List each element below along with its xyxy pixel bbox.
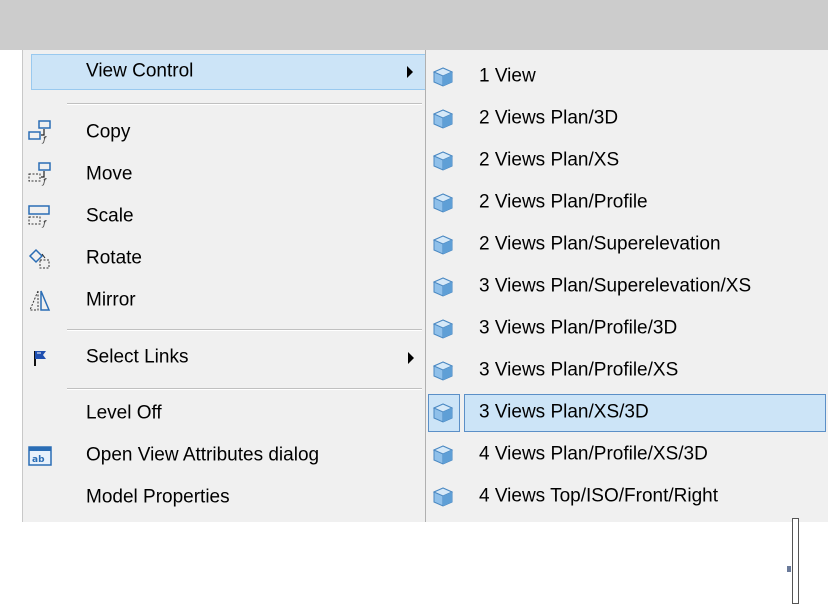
menu-item-label: Rotate <box>86 247 142 269</box>
submenu-item[interactable]: 2 Views Plan/Profile <box>426 182 828 224</box>
svg-text:ab: ab <box>32 455 45 465</box>
menu-separator-highlight <box>67 389 422 390</box>
submenu-item[interactable]: 1 View <box>426 56 828 98</box>
submenu-item[interactable]: 4 Views Plan/Profile/XS/3D <box>426 434 828 476</box>
submenu-item-label: 2 Views Plan/Profile <box>479 191 648 213</box>
submenu-arrow-icon <box>408 352 414 364</box>
menu-item-level-off[interactable]: Level Off <box>23 394 426 434</box>
submenu-item-label: 3 Views Plan/Profile/XS <box>479 359 679 381</box>
mirror-icon <box>27 288 53 314</box>
view-attributes-icon: ab <box>27 443 53 469</box>
submenu-item-label: 2 Views Plan/3D <box>479 107 619 129</box>
submenu-item[interactable]: 2 Views Plan/3D <box>426 98 828 140</box>
scale-icon: ƒ <box>27 204 53 230</box>
submenu-item-label: 4 Views Plan/Profile/XS/3D <box>479 443 708 465</box>
view-cube-icon <box>432 402 454 424</box>
svg-text:ƒ: ƒ <box>41 219 47 228</box>
menu-item-label: Mirror <box>86 289 136 311</box>
menu-separator-highlight <box>67 104 422 105</box>
submenu-item[interactable]: 4 Views Top/ISO/Front/Right <box>426 476 828 518</box>
scrollbar-thumb[interactable] <box>792 518 799 604</box>
view-cube-icon <box>432 444 454 466</box>
view-cube-icon <box>432 486 454 508</box>
move-icon: ƒ <box>27 162 53 188</box>
submenu-item[interactable]: 2 Views Plan/XS <box>426 140 828 182</box>
select-links-icon <box>27 345 53 371</box>
submenu-item[interactable]: 3 Views Plan/XS/3D <box>426 392 828 434</box>
menu-item-scale[interactable]: ƒ Scale <box>23 197 426 237</box>
menu-item-label: Copy <box>86 121 131 143</box>
menu-item-label: Scale <box>86 205 134 227</box>
menu-item-mirror[interactable]: Mirror <box>23 281 426 321</box>
view-cube-icon <box>432 276 454 298</box>
menu-item-label: Level Off <box>86 402 162 424</box>
submenu-item-label: 3 Views Plan/Superelevation/XS <box>479 275 752 297</box>
menu-item-select-links[interactable]: Select Links <box>23 338 426 378</box>
submenu-item-label: 2 Views Plan/XS <box>479 149 620 171</box>
svg-text:ƒ: ƒ <box>41 135 47 144</box>
submenu-item-label: 3 Views Plan/Profile/3D <box>479 317 678 339</box>
view-cube-icon <box>432 234 454 256</box>
submenu-item[interactable]: 3 Views Plan/Profile/XS <box>426 350 828 392</box>
menu-item-rotate[interactable]: Rotate <box>23 239 426 279</box>
menu-item-view-control[interactable]: View Control <box>31 54 426 90</box>
copy-icon: ƒ <box>27 120 53 146</box>
view-cube-icon <box>432 66 454 88</box>
submenu-item-label: 4 Views Top/ISO/Front/Right <box>479 485 719 507</box>
view-cube-icon <box>432 318 454 340</box>
svg-text:ƒ: ƒ <box>41 177 47 186</box>
menu-item-label: Model Properties <box>86 486 230 508</box>
submenu-arrow-icon <box>407 66 413 78</box>
view-control-submenu: 1 View 2 Views Plan/3D 2 Views Plan/XS 2 Vi… <box>425 50 828 522</box>
menu-item-label: Select Links <box>86 346 189 368</box>
submenu-item-label: 1 View <box>479 65 536 87</box>
background-band <box>0 0 828 50</box>
menu-separator-highlight <box>67 330 422 331</box>
submenu-item[interactable]: 3 Views Plan/Superelevation/XS <box>426 266 828 308</box>
menu-item-label: View Control <box>86 60 194 82</box>
view-cube-icon <box>432 150 454 172</box>
submenu-item-label: 3 Views Plan/XS/3D <box>479 401 649 423</box>
view-cube-icon <box>432 108 454 130</box>
menu-item-model-properties[interactable]: Model Properties <box>23 478 426 518</box>
context-menu: View Control ƒ Copy ƒ Move ƒ Scale Rotat… <box>22 50 426 522</box>
menu-item-label: Open View Attributes dialog <box>86 444 320 466</box>
menu-item-move[interactable]: ƒ Move <box>23 155 426 195</box>
view-cube-icon <box>432 360 454 382</box>
submenu-item[interactable]: 2 Views Plan/Superelevation <box>426 224 828 266</box>
submenu-item-label: 2 Views Plan/Superelevation <box>479 233 721 255</box>
rotate-icon <box>27 246 53 272</box>
menu-item-label: Move <box>86 163 133 185</box>
view-cube-icon <box>432 192 454 214</box>
submenu-item[interactable]: 3 Views Plan/Profile/3D <box>426 308 828 350</box>
scrollbar-marker <box>787 566 791 572</box>
menu-item-open-view-attributes[interactable]: ab Open View Attributes dialog <box>23 436 426 476</box>
menu-item-copy[interactable]: ƒ Copy <box>23 113 426 153</box>
